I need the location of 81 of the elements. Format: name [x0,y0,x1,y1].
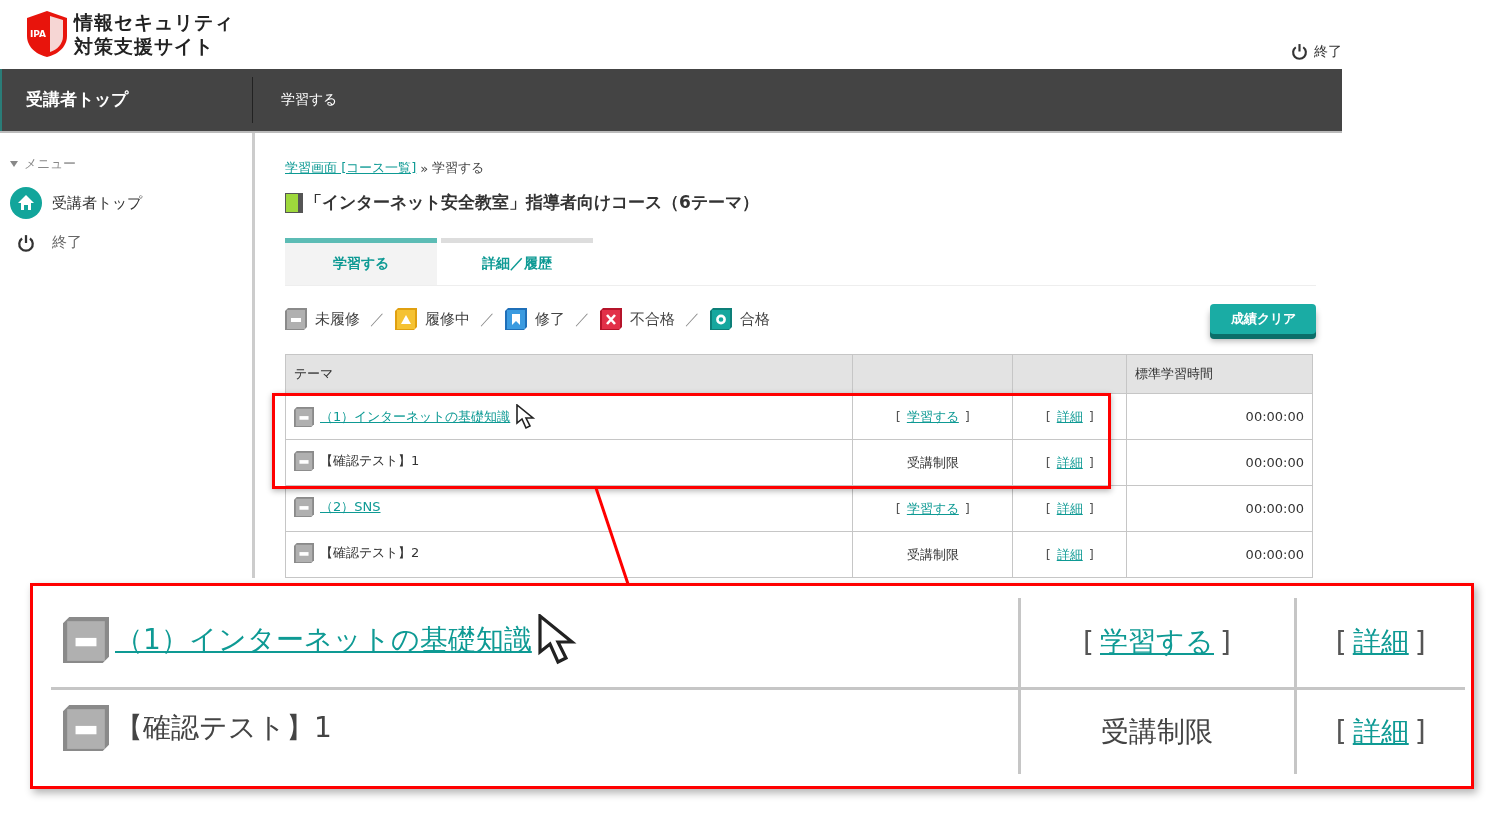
link[interactable]: 詳細 [1352,623,1409,662]
bracket: [ [1045,547,1051,562]
bracket: ] [964,409,970,424]
status-icon [294,406,314,427]
menu-heading: メニュー [24,155,76,173]
link[interactable]: 詳細 [1056,499,1083,518]
status-icon [294,543,314,563]
bracket: [ [1045,501,1051,516]
link[interactable]: 学習する [1100,623,1214,662]
bracket: [ [1045,455,1051,470]
restricted-label: 受講制限 [906,453,959,472]
nav-item[interactable]: 学習する [253,76,337,123]
legend-label: 合格 [740,309,770,329]
bracket: ] [1414,625,1426,659]
bracket: [ [1335,625,1347,659]
status-icon [63,617,109,664]
restricted-label: 受講制限 [1101,713,1213,750]
column-header: テーマ [285,354,853,394]
legend-label: 履修中 [425,309,470,329]
caret-icon [10,161,18,167]
status-icon [63,705,109,752]
course-title: 「インターネット安全教室」指導者向けコース（6テーマ） [305,191,759,214]
column-header: 標準学習時間 [1126,354,1313,394]
link[interactable]: 詳細 [1056,453,1083,472]
legend-separator: ／ [575,309,590,329]
sidebar-item[interactable]: 終了 [10,233,242,252]
bracket: [ [1083,625,1094,659]
nav-item[interactable]: 受講者トップ [2,76,253,123]
status-icon [395,308,417,330]
breadcrumb-separator: » [420,160,429,176]
bracket: ] [1088,455,1094,470]
bracket: ] [1414,715,1426,749]
home-icon [10,187,42,219]
bracket: [ [895,501,901,516]
status-icon [710,308,732,330]
legend-separator: ／ [480,309,495,329]
legend-label: 未履修 [315,309,360,329]
bracket: [ [895,409,901,424]
theme-title: 【確認テスト】1 [115,710,332,747]
breadcrumb-link[interactable]: 学習画面 [コース一覧] [285,159,417,177]
bracket: ] [1088,501,1094,516]
status-icon [505,308,527,330]
tab[interactable]: 学習する [285,238,437,285]
link[interactable]: 詳細 [1056,545,1083,564]
time-cell: 00:00:00 [1245,547,1304,562]
status-icon [600,308,622,330]
logo-text: 情報セキュリティ [74,10,234,35]
link[interactable]: 詳細 [1352,712,1409,751]
theme-link[interactable]: （2）SNS [320,498,381,516]
legend-label: 修了 [535,309,565,329]
restricted-label: 受講制限 [906,545,959,564]
bracket: ] [1088,547,1094,562]
sidebar-item[interactable]: 受講者トップ [10,187,242,219]
logo-label: IPA [30,29,47,40]
legend-separator: ／ [685,309,700,329]
status-icon [294,497,314,517]
bracket: ] [1088,409,1094,424]
exit-link[interactable]: 終了 [1314,42,1342,61]
bracket: [ [1335,715,1347,749]
breadcrumb-current: 学習する [432,159,485,177]
bracket: ] [1220,625,1231,659]
theme-title: 【確認テスト】2 [320,544,420,562]
bracket: [ [1045,409,1051,424]
theme-link[interactable]: （1）インターネットの基礎知識 [320,407,511,426]
status-icon [285,308,307,330]
link[interactable]: 学習する [906,499,959,518]
time-cell: 00:00:00 [1245,409,1304,424]
link[interactable]: 学習する [906,407,959,426]
legend-separator: ／ [370,309,385,329]
legend-label: 不合格 [630,309,675,329]
bracket: ] [964,501,970,516]
time-cell: 00:00:00 [1245,501,1304,516]
book-icon [285,192,303,213]
status-icon [294,451,314,471]
power-icon [17,233,35,252]
logo-text: 対策支援サイト [74,34,215,59]
power-icon [1291,43,1308,61]
link[interactable]: 詳細 [1056,407,1083,426]
theme-title: 【確認テスト】1 [320,452,420,470]
theme-link[interactable]: （1）インターネットの基礎知識 [115,621,532,660]
time-cell: 00:00:00 [1245,455,1304,470]
